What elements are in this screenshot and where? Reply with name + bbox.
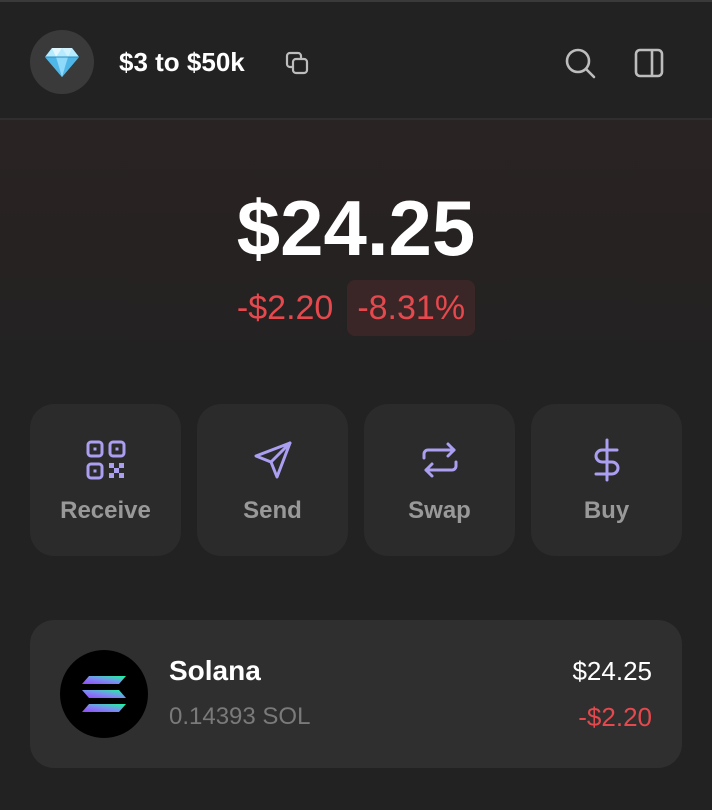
search-button[interactable]	[561, 44, 599, 82]
solana-logo-icon	[82, 676, 126, 712]
total-balance: $24.25	[236, 184, 476, 272]
balance-change-percent: -8.31%	[347, 280, 476, 336]
copy-icon	[285, 51, 309, 75]
token-change: -$2.20	[578, 702, 652, 732]
balance-change-row: -$2.20 -8.31%	[0, 280, 712, 336]
header: $3 to $50k	[0, 2, 712, 120]
send-icon	[254, 441, 291, 479]
swap-icon	[422, 442, 457, 478]
buy-label: Buy	[583, 497, 630, 524]
side-panel-icon	[634, 48, 664, 78]
send-label: Send	[243, 497, 302, 524]
buy-button[interactable]: Buy	[531, 404, 682, 556]
token-name: Solana	[169, 655, 261, 686]
send-button[interactable]: Send	[197, 404, 348, 556]
side-panel-button[interactable]	[630, 44, 668, 82]
receive-button[interactable]: Receive	[30, 404, 181, 556]
search-icon	[565, 48, 596, 79]
receive-label: Receive	[60, 497, 151, 524]
token-row-solana[interactable]: Solana 0.14393 SOL $24.25 -$2.20	[30, 620, 682, 768]
account-name[interactable]: $3 to $50k	[119, 46, 245, 78]
balance-section: $24.25 -$2.20 -8.31%	[0, 120, 712, 380]
wallet-app: $3 to $50k $24.25 -$2.20 -8.31% Receive …	[0, 0, 712, 810]
gem-icon	[45, 48, 79, 77]
token-amount: 0.14393 SOL	[169, 703, 311, 730]
action-buttons: Receive Send Swap Buy	[30, 404, 682, 556]
token-value: $24.25	[572, 656, 652, 686]
qr-code-icon	[86, 440, 125, 480]
dollar-icon	[594, 438, 619, 482]
balance-change-amount: -$2.20	[236, 289, 334, 327]
token-logo	[60, 650, 148, 738]
account-avatar[interactable]	[30, 30, 94, 94]
copy-address-button[interactable]	[282, 48, 312, 78]
swap-label: Swap	[408, 497, 471, 524]
swap-button[interactable]: Swap	[364, 404, 515, 556]
